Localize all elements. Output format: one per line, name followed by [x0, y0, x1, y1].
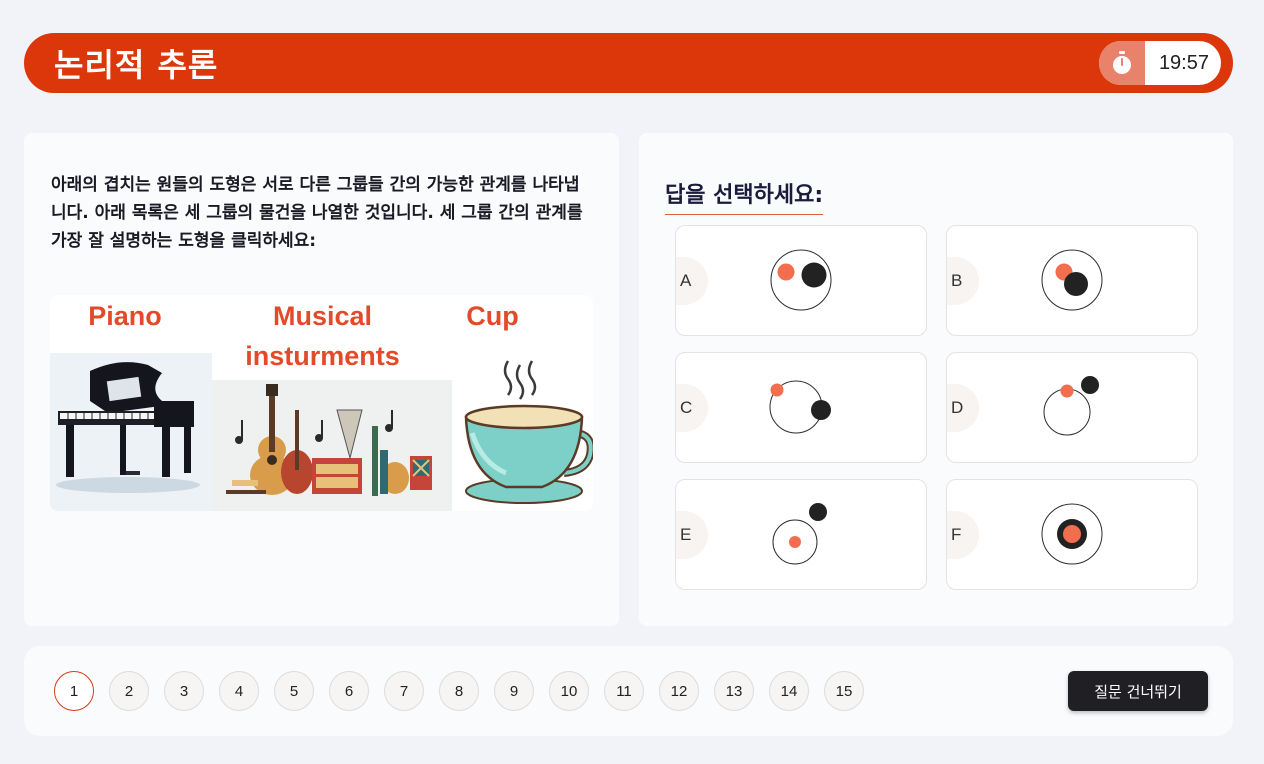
cup-image	[452, 353, 593, 511]
option-c-letter: C	[676, 384, 708, 432]
option-b[interactable]: B	[946, 225, 1198, 336]
answer-title: 답을 선택하세요:	[665, 177, 824, 215]
option-c[interactable]: C	[675, 352, 927, 463]
option-a-letter: A	[676, 257, 708, 305]
page-button-14[interactable]: 14	[769, 671, 809, 711]
option-a[interactable]: A	[675, 225, 927, 336]
option-e[interactable]: E	[675, 479, 927, 590]
timer-value: 19:57	[1158, 51, 1209, 74]
page-button-5[interactable]: 5	[274, 671, 314, 711]
page-button-13[interactable]: 13	[714, 671, 754, 711]
option-f[interactable]: F	[946, 479, 1198, 590]
page-button-4[interactable]: 4	[219, 671, 259, 711]
page-button-15[interactable]: 15	[824, 671, 864, 711]
page-title: 논리적 추론	[54, 46, 219, 84]
option-d-letter: D	[947, 384, 979, 432]
page-button-10[interactable]: 10	[549, 671, 589, 711]
skip-question-button[interactable]: 질문 건너뛰기	[1068, 671, 1208, 711]
label-cup: Cup	[466, 301, 519, 331]
question-illustration: Piano Musical insturments Cup	[50, 295, 593, 511]
timer: 19:57	[1098, 41, 1221, 85]
page-button-7[interactable]: 7	[384, 671, 424, 711]
piano-image	[50, 353, 212, 511]
page-button-1[interactable]: 1	[54, 671, 94, 711]
option-f-letter: F	[947, 511, 979, 559]
page-button-9[interactable]: 9	[494, 671, 534, 711]
venn-diagram-d-icon	[1043, 376, 1099, 436]
label-musical: Musical	[272, 301, 373, 331]
page-button-11[interactable]: 11	[604, 671, 644, 711]
venn-diagram-a-icon	[770, 249, 832, 311]
page-button-12[interactable]: 12	[659, 671, 699, 711]
stopwatch-icon	[1098, 41, 1145, 85]
page-button-8[interactable]: 8	[439, 671, 479, 711]
option-b-letter: B	[947, 257, 979, 305]
option-d[interactable]: D	[946, 352, 1198, 463]
page-button-3[interactable]: 3	[164, 671, 204, 711]
pagination-bar: 1 2 3 4 5 6 7 8 9 10 11 12 13 14 15 질문 건…	[24, 646, 1233, 736]
venn-diagram-c-icon	[769, 380, 831, 434]
question-panel: 아래의 겹치는 원들의 도형은 서로 다른 그룹들 간의 가능한 관계를 나타냅…	[24, 133, 619, 626]
page-button-2[interactable]: 2	[109, 671, 149, 711]
label-instruments: insturments	[245, 341, 400, 371]
venn-diagram-b-icon	[1041, 249, 1103, 311]
answer-panel: 답을 선택하세요: A B C D E F	[639, 133, 1233, 626]
page-list: 1 2 3 4 5 6 7 8 9 10 11 12 13 14 15	[54, 671, 864, 711]
venn-diagram-e-icon	[772, 503, 827, 565]
question-text: 아래의 겹치는 원들의 도형은 서로 다른 그룹들 간의 가능한 관계를 나타냅…	[51, 175, 583, 251]
label-piano: Piano	[88, 301, 162, 331]
venn-diagram-f-icon	[1041, 503, 1103, 565]
header-bar: 논리적 추론 19:57	[24, 33, 1233, 93]
instruments-image	[212, 380, 452, 511]
page-button-6[interactable]: 6	[329, 671, 369, 711]
option-e-letter: E	[676, 511, 708, 559]
